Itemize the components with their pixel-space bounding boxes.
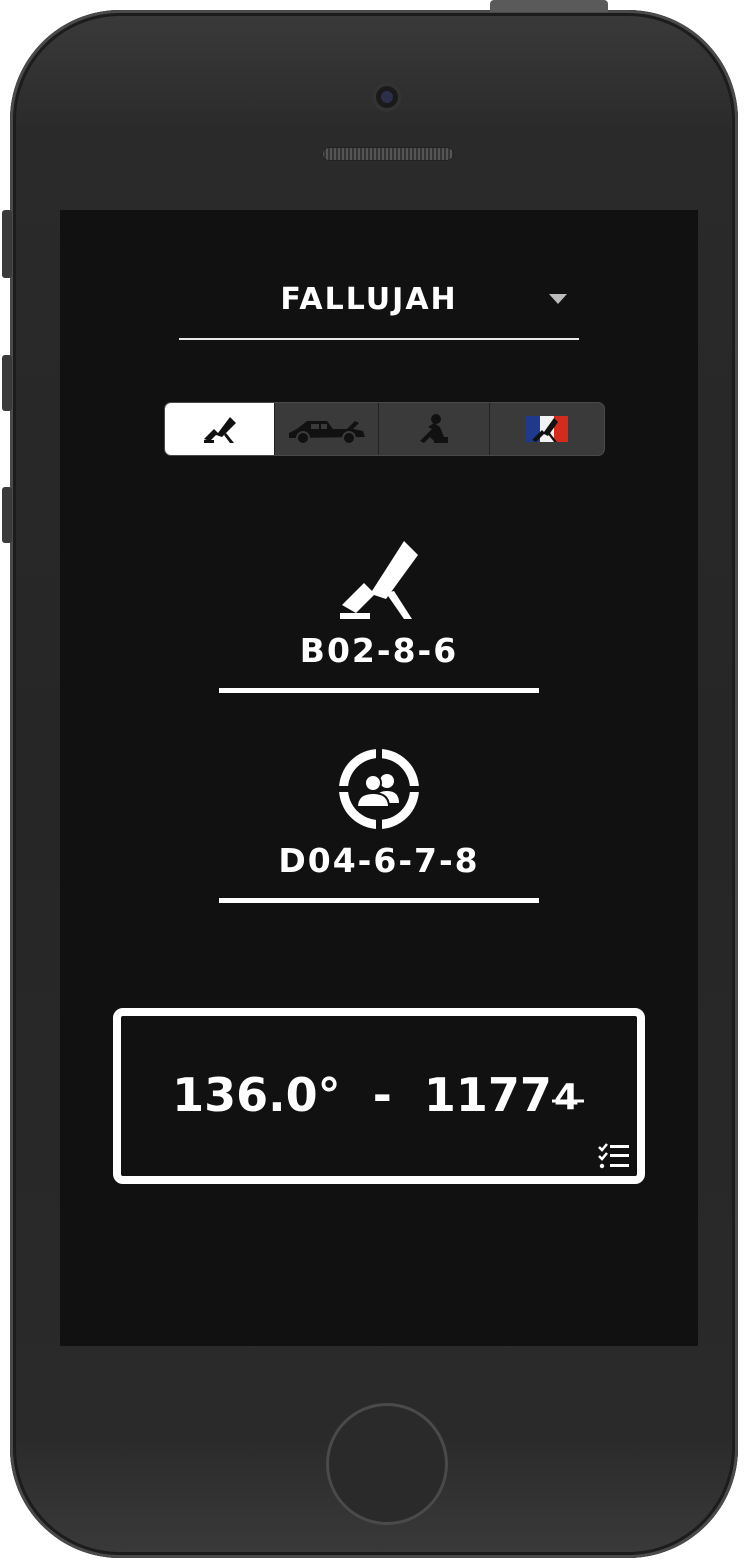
mortar-position-underline: [219, 688, 539, 693]
home-button[interactable]: [326, 1403, 448, 1525]
elevation-number: 1177: [423, 1068, 552, 1122]
chevron-down-icon: [549, 294, 567, 304]
checklist-icon[interactable]: [597, 1142, 631, 1170]
mortar-position-value[interactable]: B02-8-6: [219, 631, 539, 670]
azimuth-value: 136.0°: [172, 1068, 341, 1122]
tab-technical-vehicle[interactable]: [275, 403, 379, 455]
elevation-unit-icon: 4: [551, 1077, 584, 1118]
tab-mortar[interactable]: [165, 403, 275, 455]
power-button: [490, 0, 608, 12]
map-selector-value: FALLUJAH: [280, 282, 458, 317]
volume-up-button: [2, 355, 12, 411]
target-position-field: D04-6-7-8: [219, 745, 539, 903]
mortar-icon: [203, 417, 236, 443]
kneeling-soldier-icon: [420, 414, 448, 443]
target-crosshair-icon: [339, 749, 419, 829]
mortar-position-field: B02-8-6: [219, 535, 539, 693]
target-position-underline: [219, 898, 539, 903]
result-separator: -: [372, 1068, 392, 1122]
flag-mortar-icon: [526, 416, 568, 442]
firing-solution-text: 136.0° - 1177 4: [121, 1068, 637, 1122]
front-camera: [372, 82, 402, 112]
svg-text:4: 4: [554, 1079, 579, 1115]
target-position-value[interactable]: D04-6-7-8: [219, 841, 539, 880]
weapon-mode-tabs: [165, 403, 604, 455]
earpiece-speaker: [322, 147, 454, 161]
volume-down-button: [2, 487, 12, 543]
tab-kneeling-soldier[interactable]: [379, 403, 490, 455]
elevation-value: 1177 4: [424, 1068, 586, 1122]
mortar-icon: [340, 541, 418, 619]
map-selector[interactable]: FALLUJAH: [179, 270, 579, 340]
technical-vehicle-icon: [288, 421, 365, 445]
firing-solution-box: 136.0° - 1177 4: [113, 1008, 645, 1184]
app-screen: FALLUJAH B02-8-6 D04-6-7-8 136.0° - 1177…: [60, 210, 698, 1346]
tab-flag-mortar[interactable]: [490, 403, 604, 455]
mute-switch: [2, 210, 12, 278]
